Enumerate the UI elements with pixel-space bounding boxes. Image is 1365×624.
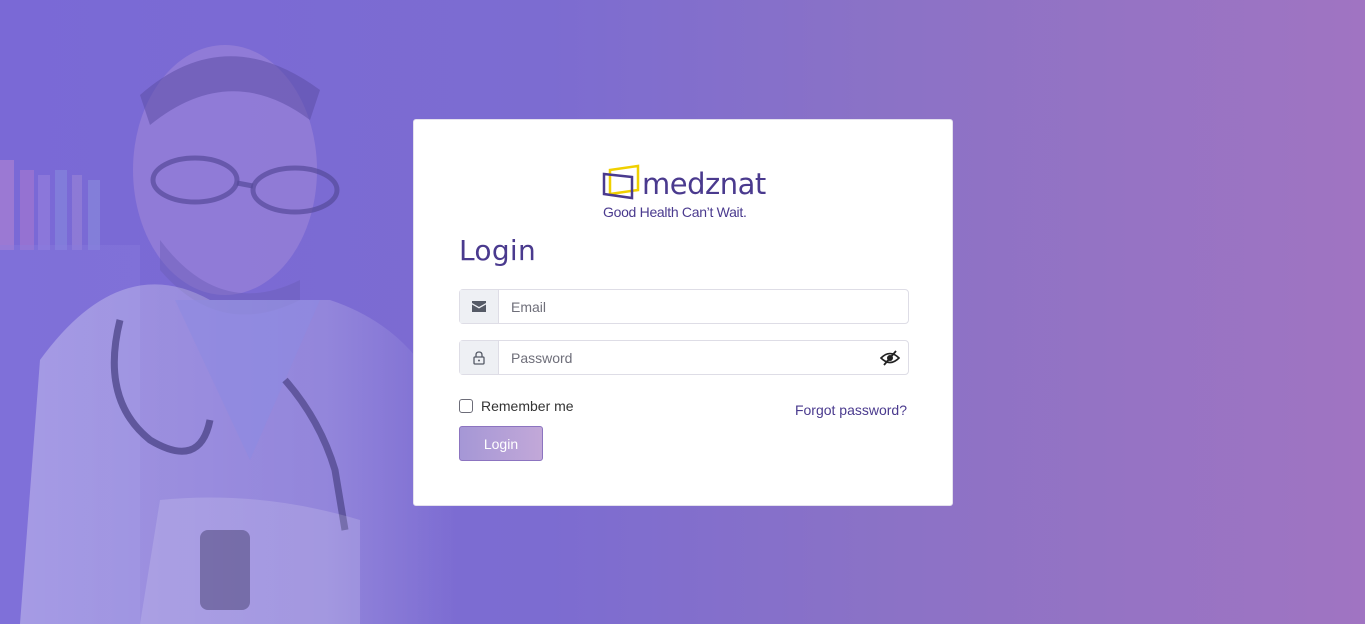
envelope-icon <box>460 290 499 323</box>
brand-tagline: Good Health Can’t Wait. <box>603 204 747 220</box>
email-field-group <box>459 289 909 324</box>
remember-me-checkbox[interactable] <box>459 399 473 413</box>
lock-icon <box>460 341 499 374</box>
email-input[interactable] <box>499 290 908 323</box>
forgot-password-link[interactable]: Forgot password? <box>795 402 907 418</box>
remember-me: Remember me <box>459 398 574 414</box>
brand-name: medznat <box>642 167 766 201</box>
login-card: medznat Good Health Can’t Wait. Login Em… <box>413 119 953 506</box>
page-title: Login <box>459 234 537 267</box>
password-field-group <box>459 340 909 375</box>
logo-mark-icon <box>602 164 640 200</box>
eye-slash-icon[interactable] <box>872 341 908 374</box>
remember-me-label: Remember me <box>481 398 574 414</box>
brand-logo: medznat Good Health Can’t Wait. <box>602 164 772 222</box>
login-page: medznat Good Health Can’t Wait. Login Em… <box>0 0 1365 624</box>
login-button[interactable]: Login <box>459 426 543 461</box>
password-input[interactable] <box>499 341 872 374</box>
